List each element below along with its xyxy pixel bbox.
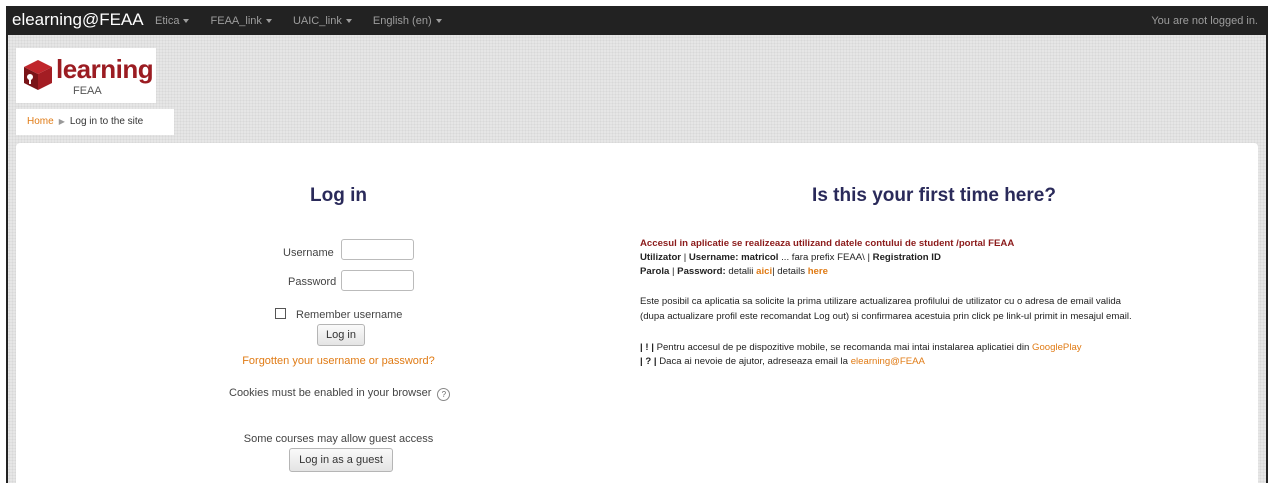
browser-page-frame: elearning@FEAA Etica FEAA_link UAIC_link… [6,6,1268,483]
logo-subtitle: FEAA [73,85,102,97]
logout-note-line: (dupa actualizare profil este recomandat… [640,311,1132,322]
remember-username-checkbox[interactable] [275,308,286,319]
nav-menu: Etica FEAA_link UAIC_link English (en) [155,15,460,27]
here-link[interactable]: here [808,266,828,277]
details-text-en: | details [772,266,808,277]
chevron-down-icon [345,19,352,24]
menu-etica-label: Etica [155,15,180,27]
menu-feaa-link-label: FEAA_link [210,15,262,27]
password-info-line: Parola | Password: detalii aici| details… [640,265,828,279]
cookies-text: Cookies must be enabled in your browser [229,387,432,399]
menu-uaic-link[interactable]: UAIC_link [293,15,352,27]
separator: | [669,266,678,277]
help-info-line: | ? | Daca ai nevoie de ajutor, adreseaz… [640,355,925,369]
password-info-label: Password: [677,266,726,277]
breadcrumb-home-link[interactable]: Home [27,116,54,127]
guest-access-text: Some courses may allow guest access [243,433,434,445]
breadcrumb-current: Log in to the site [69,116,144,127]
mobile-info-line: | ! | Pentru accesul de pe dispozitive m… [640,341,1082,355]
guest-login-button[interactable]: Log in as a guest [289,448,393,472]
menu-uaic-link-label: UAIC_link [292,15,342,27]
logo-wordmark: learning [56,54,154,84]
password-input[interactable] [341,270,414,291]
page-header: learning FEAA Home ▶ Log in to the site [8,35,1266,143]
exclamation-marker: | ! | [640,342,654,353]
logo-cube-icon [24,60,52,90]
chevron-down-icon [265,19,272,24]
top-navbar: elearning@FEAA Etica FEAA_link UAIC_link… [8,6,1266,35]
googleplay-link[interactable]: GooglePlay [1032,342,1082,353]
breadcrumb: Home ▶ Log in to the site [16,109,174,135]
username-label: Username [283,247,334,259]
site-brand-link[interactable]: elearning@FEAA [12,10,144,30]
remember-username-row: Remember username [275,308,402,321]
username-info-line: Utilizator | Username: matricol ... fara… [640,251,941,265]
menu-language-label: English (en) [372,15,432,27]
login-title: Log in [310,185,367,206]
utilizator-label: Utilizator [640,252,682,263]
menu-feaa-link[interactable]: FEAA_link [211,15,272,27]
main-content: Log in Username Password Remember userna… [16,143,1258,483]
forgot-password-link-text[interactable]: Forgotten your username or password? [242,355,435,367]
menu-etica[interactable]: Etica [155,15,190,27]
chevron-down-icon [435,19,442,24]
forgot-password-link: Forgotten your username or password? [16,355,661,367]
help-icon[interactable]: ? [437,388,451,401]
registration-id: Registration ID [872,252,941,263]
access-info-line: Accesul in aplicatie se realizeaza utili… [640,238,1015,249]
question-marker: | ? | [640,356,657,367]
parola-label: Parola [640,266,670,277]
first-time-title: Is this your first time here? [812,185,1056,206]
username-matricol: Username: matricol [688,252,779,263]
breadcrumb-separator-icon: ▶ [58,117,65,126]
details-text: detalii [725,266,757,277]
menu-language[interactable]: English (en) [373,15,442,27]
cookies-notice: Cookies must be enabled in your browser? [229,387,451,401]
mobile-text: Pentru accesul de pe dispozitive mobile,… [653,342,1032,353]
help-text: Daca ai nevoie de ajutor, adreseaza emai… [656,356,851,367]
aici-link[interactable]: aici [756,266,772,277]
chevron-down-icon [183,19,190,24]
separator: | [681,252,689,263]
login-status-text: You are not logged in. [1151,15,1258,27]
help-email-link[interactable]: elearning@FEAA [851,356,925,367]
password-label: Password [288,276,337,288]
site-logo[interactable]: learning FEAA [16,48,156,103]
prefix-note: ... fara prefix FEAA\ | [778,252,873,263]
profile-update-line: Este posibil ca aplicatia sa solicite la… [640,296,1121,307]
username-input[interactable] [341,239,414,260]
login-button[interactable]: Log in [317,324,365,346]
remember-username-label[interactable]: Remember username [296,309,402,321]
